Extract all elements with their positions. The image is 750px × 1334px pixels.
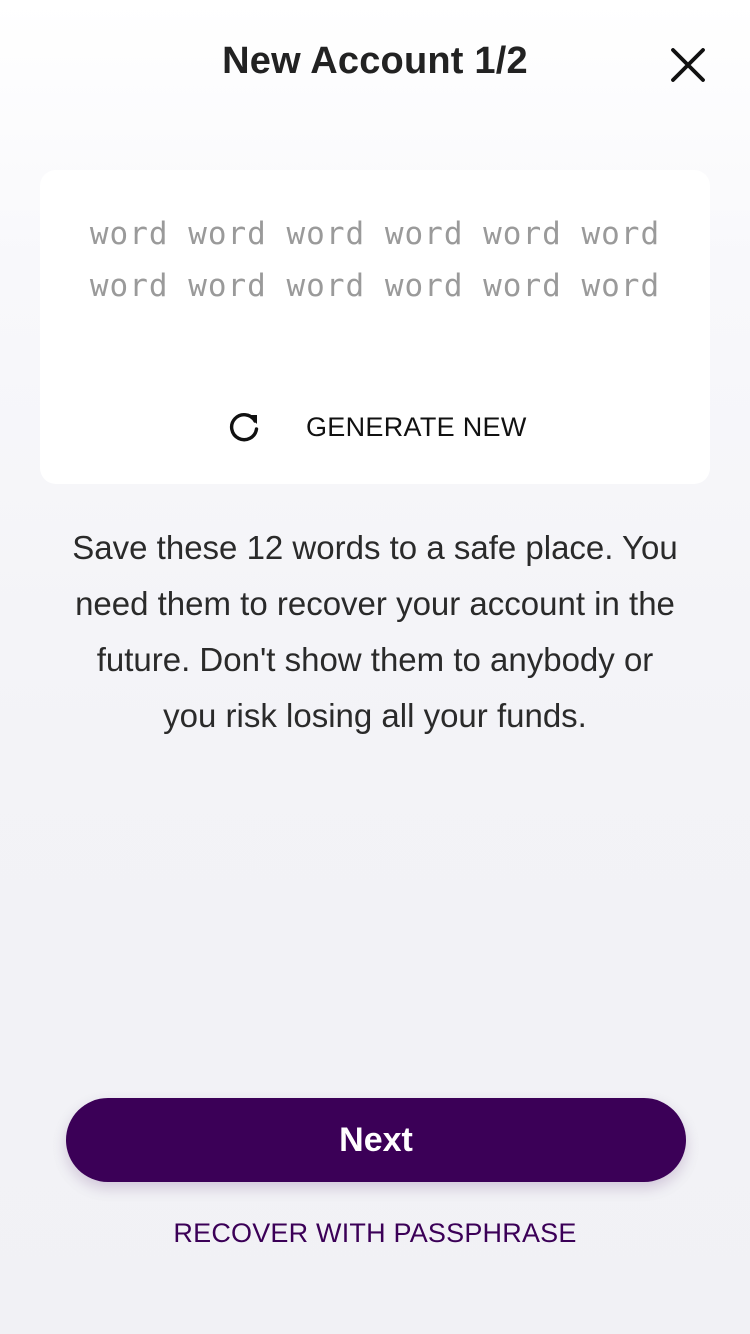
mnemonic-line: word word word word word word <box>89 268 661 304</box>
new-account-screen: New Account 1/2 word word word word word… <box>0 0 750 1334</box>
mnemonic-line: word word word word word word <box>89 216 661 252</box>
close-button[interactable] <box>664 46 712 88</box>
backup-instructions: Save these 12 words to a safe place. You… <box>72 529 678 734</box>
mnemonic-phrase: word word word word word word word word … <box>60 208 690 312</box>
generate-new-button[interactable]: GENERATE NEW <box>210 398 540 456</box>
generate-new-label: GENERATE NEW <box>306 411 527 442</box>
refresh-icon <box>224 407 264 447</box>
next-button[interactable]: Next <box>66 1098 686 1182</box>
next-button-label: Next <box>339 1120 413 1159</box>
recover-with-passphrase-link[interactable]: RECOVER WITH PASSPHRASE <box>0 1218 750 1249</box>
page-title: New Account 1/2 <box>222 40 528 82</box>
header: New Account 1/2 <box>0 0 750 130</box>
close-icon <box>669 46 707 89</box>
